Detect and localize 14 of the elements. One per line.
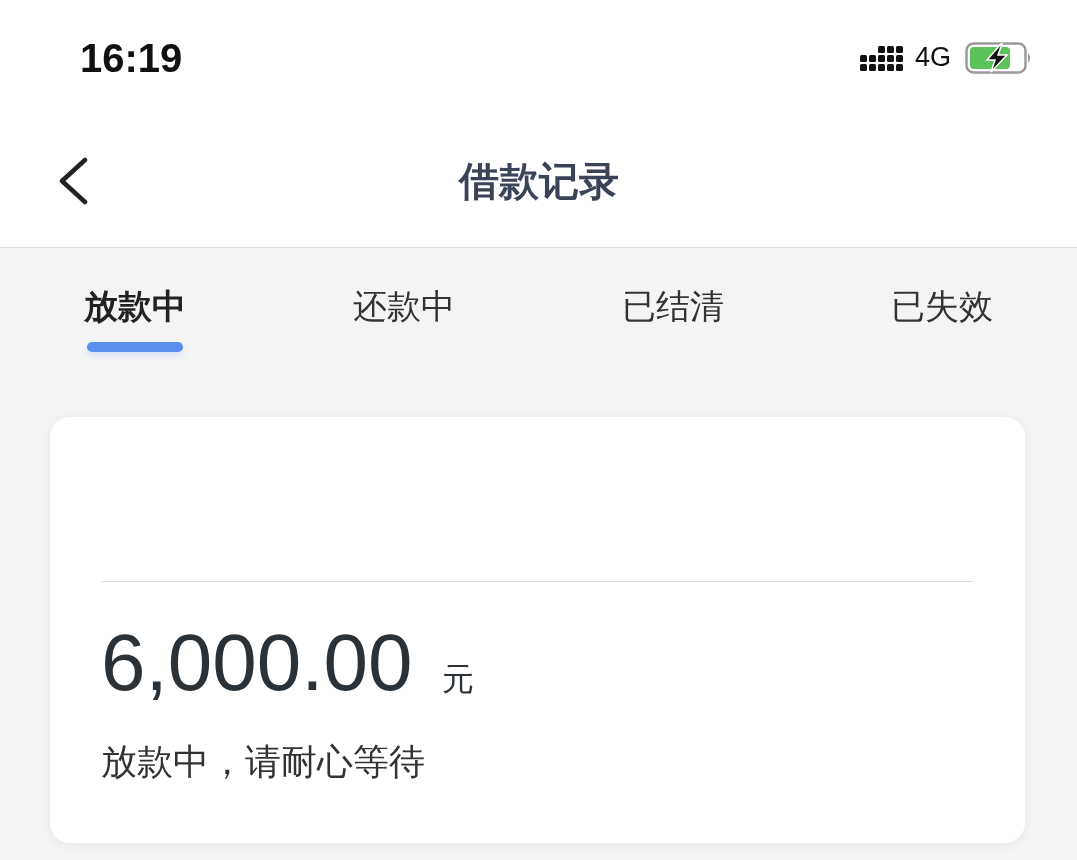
tab[interactable]: 已结清 [622,286,725,354]
tab[interactable]: 放款中 [83,286,186,354]
signal-icon [859,44,903,71]
network-label: 4G [914,42,951,73]
tab[interactable]: 已失效 [891,286,994,354]
clock-time: 16:19 [80,35,183,81]
status-message: 放款中，请耐心等待 [101,740,426,784]
chevron-left-icon [57,157,89,205]
tab[interactable]: 还款中 [352,286,455,354]
back-button[interactable] [57,157,89,205]
battery-charging-icon [965,41,1033,74]
page-title: 借款记录 [457,156,620,206]
loan-amount: 6,000.00 [101,618,413,708]
currency-unit: 元 [442,659,475,700]
